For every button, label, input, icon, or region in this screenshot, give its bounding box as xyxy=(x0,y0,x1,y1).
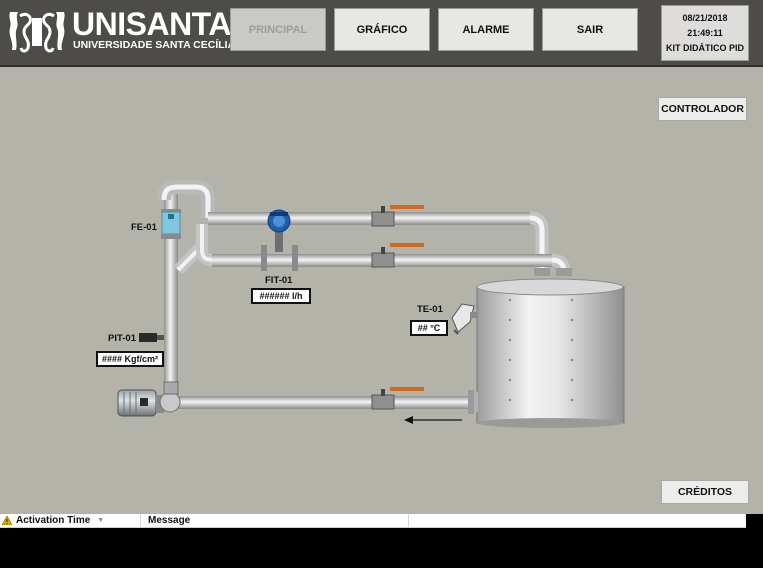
column-divider xyxy=(408,514,409,528)
return-pipe xyxy=(172,396,472,409)
pit01-value-display: #### Kgf/cm² xyxy=(96,351,164,367)
sort-arrow-icon: ▼ xyxy=(97,517,105,524)
tank xyxy=(476,278,625,428)
temperature-sensor-te01 xyxy=(451,303,478,335)
upper-line-pipe xyxy=(208,212,533,225)
te01-tag: TE-01 xyxy=(417,304,443,315)
fit01-value-display: ###### l/h xyxy=(251,288,311,304)
flow-element-fe01 xyxy=(161,209,181,239)
message-column-header[interactable]: Message xyxy=(148,515,190,526)
flow-direction-arrow-icon xyxy=(404,416,462,424)
activation-time-column-header[interactable]: Activation Time ▼ xyxy=(2,515,104,526)
alarm-table-header: Activation Time ▼ Message xyxy=(0,514,746,528)
fit01-tag: FIT-01 xyxy=(265,275,293,286)
scada-screen: UNISANTA UNIVERSIDADE SANTA CECÍLIA PRIN… xyxy=(0,0,763,568)
te01-value-display: ## °C xyxy=(410,320,448,336)
activation-time-label: Activation Time xyxy=(16,515,91,526)
pit01-tag: PIT-01 xyxy=(108,333,136,344)
pump-motor xyxy=(117,381,181,417)
process-diagram xyxy=(117,180,625,428)
pressure-transmitter-pit01 xyxy=(139,333,164,342)
column-divider xyxy=(140,514,141,528)
fe01-tag: FE-01 xyxy=(131,222,157,233)
warning-icon xyxy=(2,516,12,525)
